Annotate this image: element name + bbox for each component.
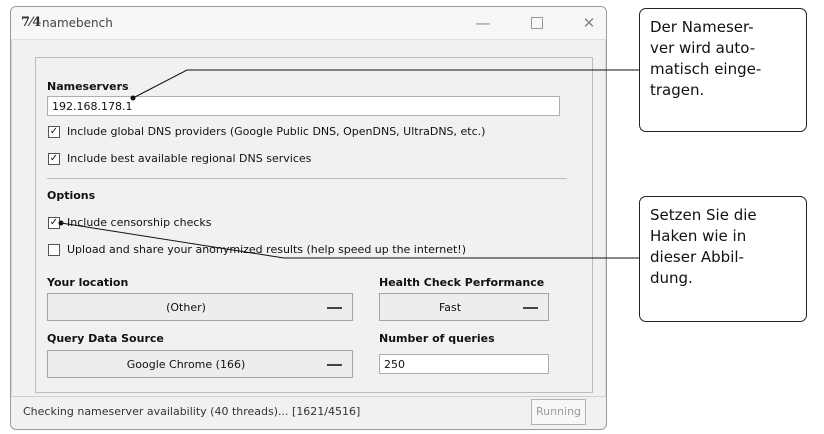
global-dns-checkbox[interactable]: ✓ [48, 126, 60, 138]
dropdown-handle-icon [327, 307, 342, 309]
regional-dns-checkbox[interactable]: ✓ [48, 153, 60, 165]
close-icon[interactable]: ✕ [575, 13, 603, 33]
health-check-value: Fast [438, 301, 462, 314]
checkmark-icon: ✓ [49, 217, 59, 228]
minimize-symbol: — [475, 14, 491, 32]
namebench-app-icon: 7⁄4 [21, 15, 42, 30]
callout-checkbox-note: Setzen Sie die Haken wie in dieser Abbil… [639, 196, 807, 322]
number-of-queries-value: 250 [384, 358, 405, 371]
status-text: Checking nameserver availability (40 thr… [23, 405, 361, 418]
maximize-icon[interactable] [523, 13, 551, 33]
section-divider [47, 178, 567, 179]
censorship-checkbox[interactable]: ✓ [48, 217, 60, 229]
number-of-queries-input[interactable]: 250 [379, 354, 549, 374]
query-source-label: Query Data Source [47, 332, 164, 345]
settings-panel: Nameservers 192.168.178.1 ✓ Include glob… [35, 57, 593, 393]
censorship-label: Include censorship checks [67, 216, 212, 229]
title-bar: 7⁄4 namebench — ✕ [11, 7, 606, 40]
query-source-value: Google Chrome (166) [126, 358, 246, 371]
regional-dns-label: Include best available regional DNS serv… [67, 152, 312, 165]
close-symbol: ✕ [582, 14, 596, 32]
checkmark-icon: ✓ [49, 153, 59, 164]
location-value: (Other) [166, 301, 206, 314]
checkmark-icon: ✓ [49, 126, 59, 137]
nameservers-input[interactable]: 192.168.178.1 [47, 96, 560, 116]
dropdown-handle-icon [523, 307, 538, 309]
share-results-checkbox[interactable] [48, 244, 60, 256]
status-bar: Checking nameserver availability (40 thr… [11, 396, 606, 429]
options-label: Options [47, 189, 96, 202]
global-dns-label: Include global DNS providers (Google Pub… [67, 125, 486, 138]
number-of-queries-label: Number of queries [379, 332, 495, 345]
maximize-box [531, 17, 543, 29]
window-title: namebench [42, 16, 113, 30]
nameservers-label: Nameservers [47, 80, 129, 93]
minimize-icon[interactable]: — [469, 13, 497, 33]
dropdown-handle-icon [327, 364, 342, 366]
location-label: Your location [47, 276, 129, 289]
share-results-label: Upload and share your anonymized results… [67, 243, 466, 256]
nameservers-value: 192.168.178.1 [52, 100, 133, 113]
namebench-window: 7⁄4 namebench — ✕ Nameservers 192.168.17… [10, 6, 607, 430]
running-button[interactable]: Running [531, 399, 586, 425]
query-source-dropdown[interactable]: Google Chrome (166) [47, 350, 353, 378]
health-check-dropdown[interactable]: Fast [379, 293, 549, 321]
callout-nameserver-note: Der Nameser- ver wird auto- matisch eing… [639, 8, 807, 132]
health-check-label: Health Check Performance [379, 276, 545, 289]
location-dropdown[interactable]: (Other) [47, 293, 353, 321]
